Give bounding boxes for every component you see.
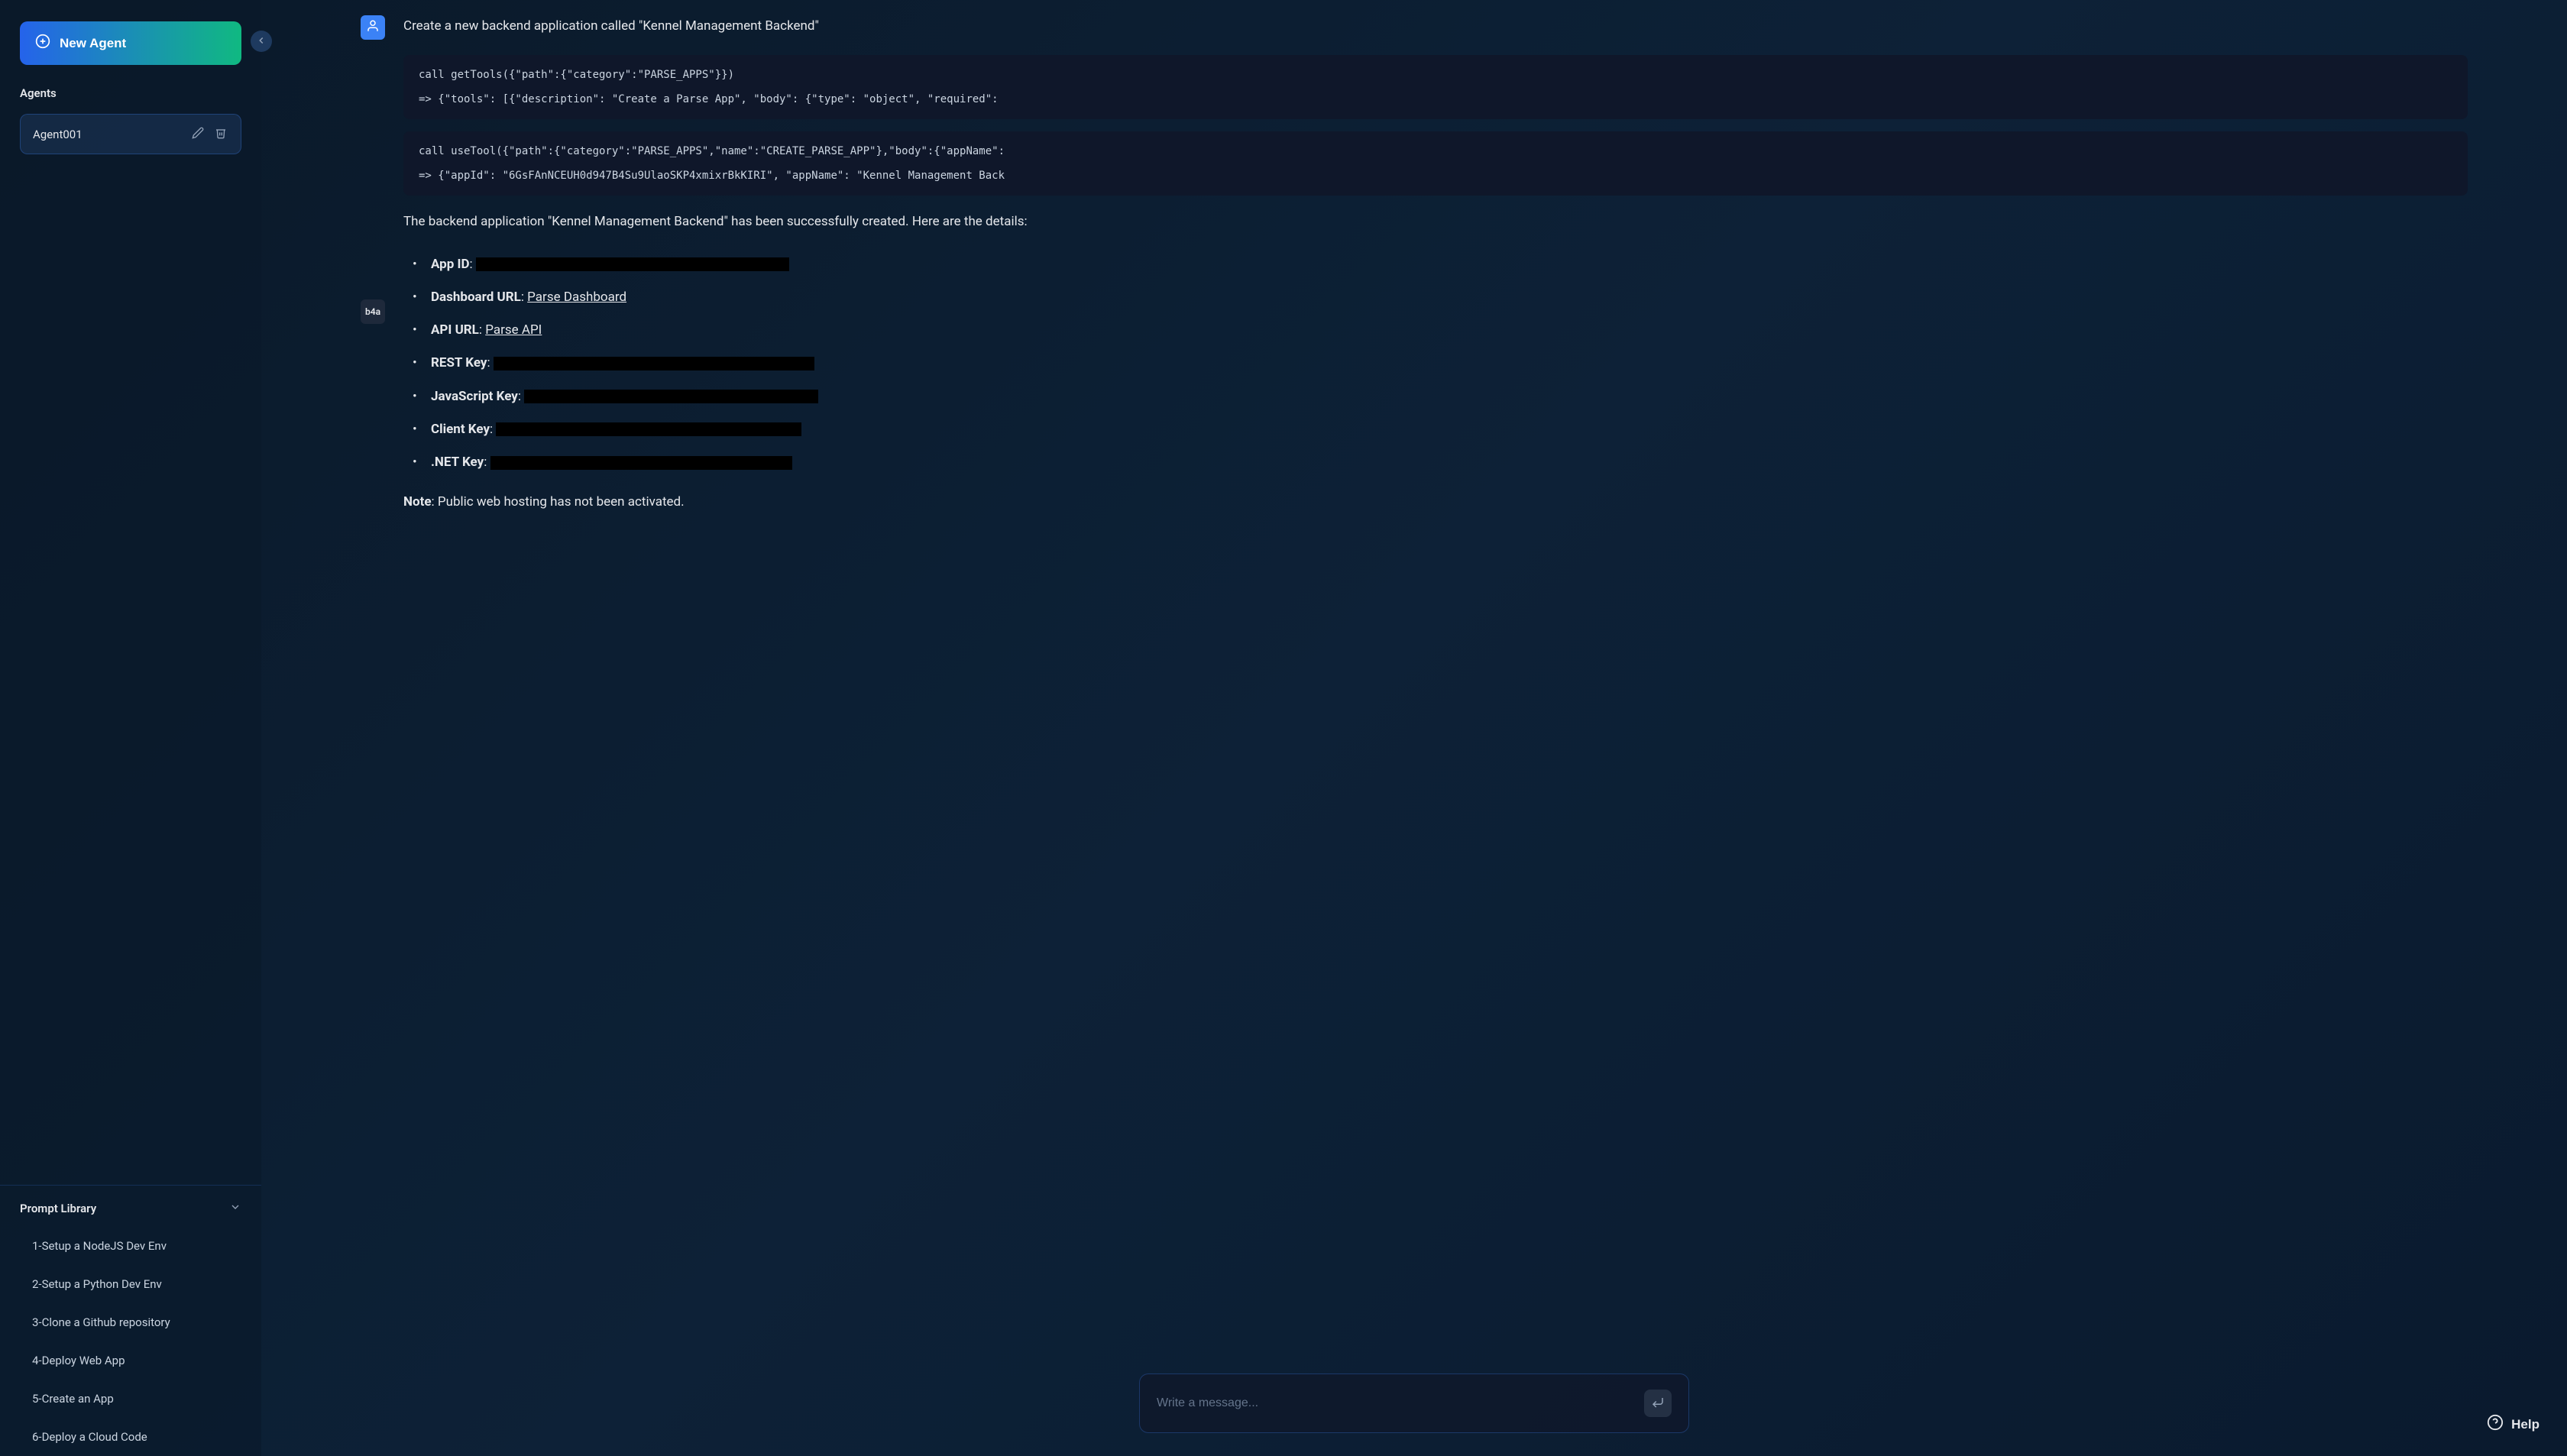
help-icon [2487,1414,2504,1435]
prompt-item-nodejs[interactable]: 1-Setup a NodeJS Dev Env [0,1227,261,1265]
edit-agent-button[interactable] [190,125,206,143]
sidebar-top: New Agent [0,0,261,80]
user-icon [366,19,380,36]
b4a-avatar: b4a [361,299,385,324]
code-line: => {"appId": "6GsFAnNCEUH0d947B4Su9UlaoS… [419,170,1005,182]
message-input-area [1139,1373,1689,1433]
message-input[interactable] [1157,1396,1632,1410]
detail-app-id: App ID: [419,248,2468,281]
code-block-2: call useTool({"path":{"category":"PARSE_… [403,131,2468,196]
new-agent-label: New Agent [60,36,126,51]
chevron-down-icon [229,1201,241,1216]
prompt-library-header[interactable]: Prompt Library [0,1186,261,1227]
redacted-value [496,422,801,436]
client-key-label: Client Key [431,422,490,437]
prompt-item-github[interactable]: 3-Clone a Github repository [0,1303,261,1341]
chat-container: Create a new backend application called … [261,0,2567,1373]
code-line: => {"tools": [{"description": "Create a … [419,93,999,105]
new-agent-button[interactable]: New Agent [20,21,241,65]
app-id-label: App ID [431,257,470,272]
prompt-library-section: Prompt Library 1-Setup a NodeJS Dev Env … [0,1185,261,1456]
dashboard-url-label: Dashboard URL [431,290,521,305]
main-content: Create a new backend application called … [261,0,2567,1456]
pencil-icon [192,130,204,141]
detail-dotnet-key: .NET Key: [419,446,2468,479]
note: Note: Public web hosting has not been ac… [403,494,2468,510]
dotnet-key-label: .NET Key [431,455,484,470]
send-button[interactable] [1644,1390,1672,1417]
plus-icon [35,34,50,53]
success-message: The backend application "Kennel Manageme… [403,211,2468,233]
trash-icon [215,130,227,141]
sidebar: New Agent Agents Agent001 Prompt L [0,0,261,1456]
redacted-value [494,357,814,370]
agent-name: Agent001 [33,128,83,141]
agent-actions [190,125,228,143]
help-button[interactable]: Help [2487,1414,2539,1435]
detail-rest-key: REST Key: [419,347,2468,380]
redacted-value [524,390,818,403]
user-message-text: Create a new backend application called … [403,15,819,40]
note-body: : Public web hosting has not been activa… [432,494,685,510]
delete-agent-button[interactable] [213,125,228,143]
user-message: Create a new backend application called … [361,15,2468,40]
prompt-item-cloud-code[interactable]: 6-Deploy a Cloud Code [0,1418,261,1456]
prompt-item-deploy-web[interactable]: 4-Deploy Web App [0,1341,261,1380]
rest-key-label: REST Key [431,355,487,370]
api-url-link[interactable]: Parse API [485,322,542,338]
response-content: call getTools({"path":{"category":"PARSE… [403,55,2468,510]
agents-section-title: Agents [0,80,261,106]
detail-dashboard-url: Dashboard URL: Parse Dashboard [419,281,2468,314]
dashboard-url-link[interactable]: Parse Dashboard [527,290,626,305]
code-line: call getTools({"path":{"category":"PARSE… [419,69,734,81]
detail-javascript-key: JavaScript Key: [419,380,2468,413]
api-url-label: API URL [431,322,479,338]
user-avatar [361,15,385,40]
javascript-key-label: JavaScript Key [431,389,518,404]
prompt-item-python[interactable]: 2-Setup a Python Dev Env [0,1265,261,1303]
assistant-message: b4a call getTools({"path":{"category":"P… [361,55,2468,510]
note-label: Note [403,494,432,510]
detail-client-key: Client Key: [419,413,2468,446]
redacted-value [490,456,792,470]
redacted-value [476,257,789,271]
code-block-1: call getTools({"path":{"category":"PARSE… [403,55,2468,119]
prompt-item-create-app[interactable]: 5-Create an App [0,1380,261,1418]
enter-icon [1651,1396,1665,1412]
prompt-list: 1-Setup a NodeJS Dev Env 2-Setup a Pytho… [0,1227,261,1456]
code-line: call useTool({"path":{"category":"PARSE_… [419,145,1005,157]
detail-api-url: API URL: Parse API [419,314,2468,347]
agent-item[interactable]: Agent001 [20,114,241,154]
details-list: App ID: Dashboard URL: Parse Dashboard A… [403,248,2468,479]
prompt-library-title: Prompt Library [20,1202,96,1215]
help-label: Help [2511,1417,2539,1432]
